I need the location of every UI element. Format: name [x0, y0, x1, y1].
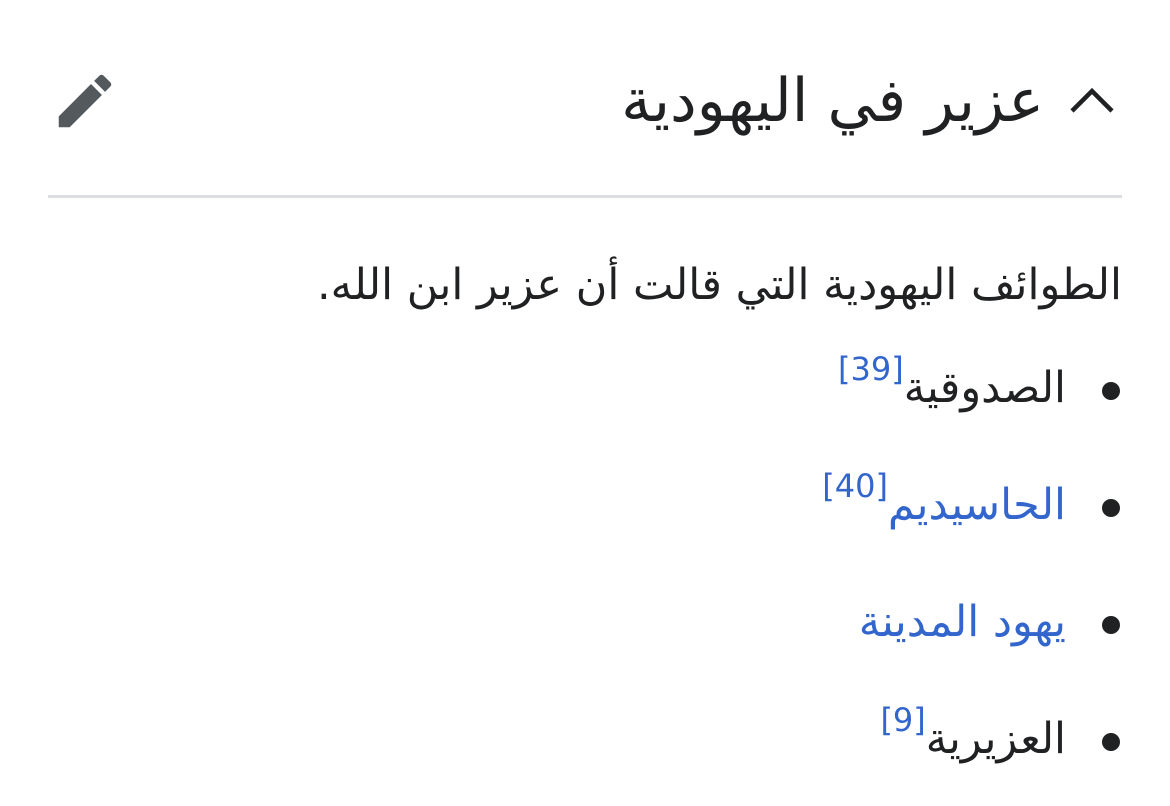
list-item: العزيرية[9] — [48, 681, 1122, 798]
list-item: الحاسيديم[40] — [48, 447, 1122, 564]
pencil-icon — [58, 74, 112, 128]
list-item: الصدوقية[39] — [48, 330, 1122, 447]
list-item-label: الصدوقية — [903, 363, 1066, 413]
reference-link[interactable]: [40] — [822, 467, 888, 505]
list-item: يهود المدينة — [48, 564, 1122, 681]
reference-link[interactable]: [9] — [880, 701, 925, 739]
edit-section-button[interactable] — [50, 66, 120, 136]
bullet-icon — [1102, 499, 1120, 517]
list-item-link[interactable]: يهود المدينة — [859, 597, 1066, 647]
intro-paragraph: الطوائف اليهودية التي قالت أن عزير ابن ا… — [317, 260, 1122, 310]
section-header: عزير في اليهودية — [48, 40, 1122, 198]
bullet-icon — [1102, 382, 1120, 400]
list-item-label: العزيرية — [925, 714, 1066, 764]
section-heading: عزير في اليهودية — [621, 66, 1044, 136]
reference-link[interactable]: [39] — [838, 350, 904, 388]
section-heading-toggle[interactable]: عزير في اليهودية — [621, 46, 1122, 156]
section-content: الطوائف اليهودية التي قالت أن عزير ابن ا… — [48, 240, 1122, 798]
sects-list: الصدوقية[39] الحاسيديم[40] يهود المدينة … — [48, 330, 1122, 798]
chevron-up-icon[interactable] — [1062, 71, 1122, 131]
bullet-icon — [1102, 733, 1120, 751]
bullet-icon — [1102, 616, 1120, 634]
list-item-link[interactable]: الحاسيديم — [888, 480, 1066, 530]
